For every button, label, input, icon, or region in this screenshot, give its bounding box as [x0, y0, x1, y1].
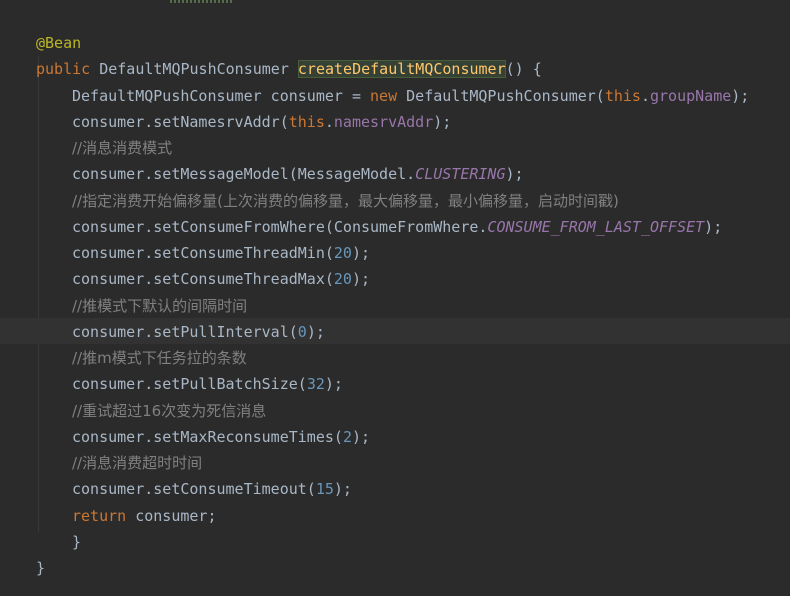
code-line[interactable]: //推模式下默认的间隔时间 — [72, 293, 247, 319]
code-line[interactable]: return consumer; — [72, 503, 217, 529]
code-line[interactable]: //消息消费模式 — [72, 135, 172, 161]
code-line[interactable]: public DefaultMQPushConsumer createDefau… — [36, 56, 542, 82]
code-token: DefaultMQPushConsumer( — [406, 86, 605, 105]
code-token: ); — [351, 270, 371, 289]
code-line[interactable]: consumer.setConsumeThreadMax(20); — [72, 266, 370, 292]
code-line[interactable]: //重试超过16次变为死信消息 — [72, 398, 266, 424]
code-line[interactable]: } — [72, 529, 81, 555]
number-token: 15 — [315, 480, 334, 499]
code-token: consumer.setConsumeTimeout( — [72, 480, 316, 499]
annotation-token: @Bean — [36, 34, 82, 52]
number-token: 20 — [333, 270, 352, 289]
code-line[interactable]: //消息消费超时时间 — [72, 450, 202, 476]
code-token: consumer.setNamesrvAddr( — [72, 112, 289, 131]
constant-token: CONSUME_FROM_LAST_OFFSET — [487, 217, 705, 236]
comment-token: //推模式下默认的间隔时间 — [72, 296, 248, 315]
code-line[interactable]: } — [36, 555, 45, 581]
constant-token: CLUSTERING — [415, 165, 506, 184]
code-editor[interactable]: @Bean public DefaultMQPushConsumer create… — [0, 0, 790, 596]
code-line[interactable]: consumer.setPullInterval(0); — [72, 319, 325, 345]
code-token: ); — [433, 112, 452, 131]
code-line[interactable]: @Bean — [36, 30, 81, 56]
keyword-token: public — [36, 60, 100, 79]
code-token: consumer.setPullBatchSize( — [72, 375, 307, 394]
code-token: ); — [333, 480, 352, 499]
code-line[interactable]: //指定消费开始偏移量(上次消费的偏移量，最大偏移量，最小偏移量，启动时间戳) — [72, 188, 619, 214]
warning-underline — [170, 0, 234, 3]
code-line[interactable]: consumer.setConsumeThreadMin(20); — [72, 240, 370, 266]
comment-token: //指定消费开始偏移量(上次消费的偏移量，最大偏移量，最小偏移量，启动时间戳) — [72, 191, 619, 210]
code-token: ); — [306, 322, 325, 341]
field-token: groupName — [649, 86, 732, 105]
code-line[interactable]: consumer.setMaxReconsumeTimes(2); — [72, 424, 370, 450]
code-token: consumer.setConsumeThreadMin( — [72, 244, 334, 262]
number-token: 0 — [297, 322, 307, 341]
code-line[interactable]: consumer.setMessageModel(MessageModel.CL… — [72, 161, 524, 187]
comment-token: //重试超过16次变为死信消息 — [72, 401, 267, 420]
number-token: 32 — [306, 375, 325, 394]
code-token: consumer.setConsumeFromWhere(ConsumeFrom… — [72, 217, 488, 236]
number-token: 2 — [342, 427, 352, 446]
code-token: consumer.setPullInterval( — [72, 322, 298, 341]
code-token: } — [72, 532, 82, 551]
code-token: () { — [505, 60, 542, 79]
code-token: consumer.setConsumeThreadMax( — [72, 270, 334, 289]
keyword-token: this — [604, 86, 641, 105]
code-token: ); — [704, 217, 723, 236]
code-token: ); — [731, 86, 750, 105]
method-name-token: createDefaultMQConsumer — [297, 60, 506, 79]
code-token: consumer.setMaxReconsumeTimes( — [72, 427, 343, 446]
code-token: . — [324, 112, 334, 131]
comment-token: //推m模式下任务拉的条数 — [72, 349, 247, 367]
comment-token: //消息消费超时时间 — [72, 454, 203, 472]
code-token: consumer; — [135, 506, 217, 525]
code-token: ); — [351, 244, 371, 262]
code-token: consumer.setMessageModel(MessageModel. — [72, 165, 416, 184]
code-token: DefaultMQPushConsumer — [99, 60, 298, 79]
code-token: . — [640, 86, 650, 105]
indent-guide — [38, 56, 39, 532]
code-token: } — [36, 559, 46, 577]
code-token: DefaultMQPushConsumer consumer = — [72, 86, 371, 105]
comment-token: //消息消费模式 — [72, 139, 173, 157]
code-line[interactable]: DefaultMQPushConsumer consumer = new Def… — [72, 83, 749, 109]
keyword-token: new — [370, 86, 407, 105]
code-line[interactable]: consumer.setConsumeFromWhere(ConsumeFrom… — [72, 214, 722, 240]
code-token: ); — [505, 165, 524, 184]
number-token: 20 — [333, 244, 352, 262]
code-line[interactable]: consumer.setConsumeTimeout(15); — [72, 476, 352, 502]
keyword-token: return — [72, 506, 136, 525]
code-token: ); — [324, 375, 343, 394]
code-token: ); — [351, 427, 371, 446]
field-token: namesrvAddr — [333, 112, 434, 131]
code-line[interactable]: //推m模式下任务拉的条数 — [72, 345, 247, 371]
keyword-token: this — [288, 112, 325, 131]
code-line[interactable]: consumer.setPullBatchSize(32); — [72, 371, 343, 397]
code-line[interactable]: consumer.setNamesrvAddr(this.namesrvAddr… — [72, 109, 451, 135]
